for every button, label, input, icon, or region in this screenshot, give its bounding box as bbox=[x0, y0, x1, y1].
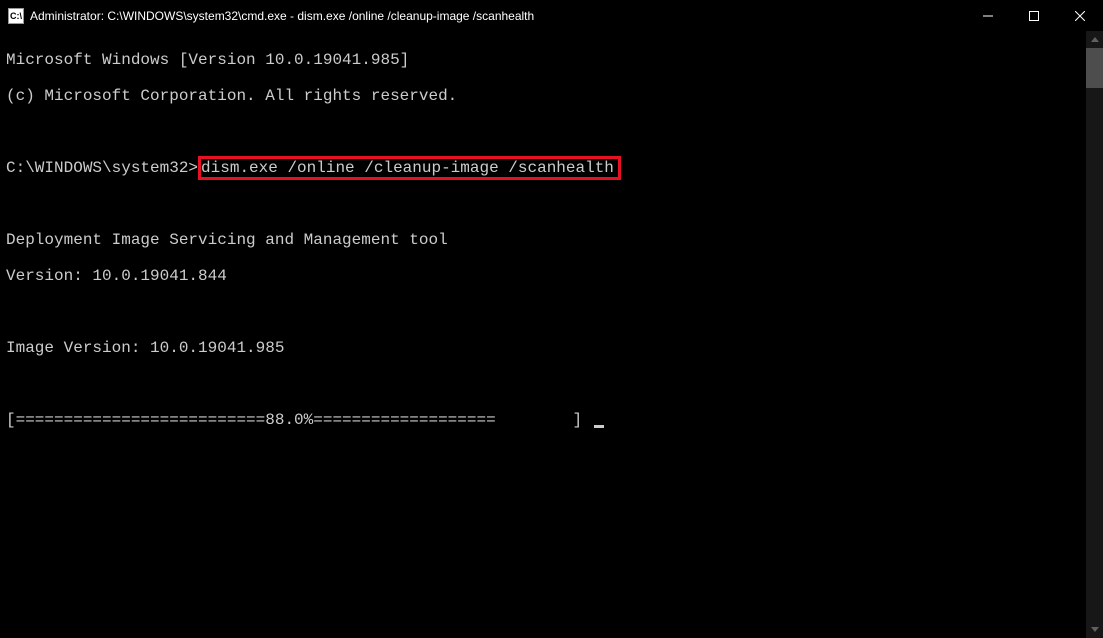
console-line: Deployment Image Servicing and Managemen… bbox=[6, 231, 1097, 249]
highlighted-command: dism.exe /online /cleanup-image /scanhea… bbox=[198, 156, 621, 180]
vertical-scrollbar[interactable] bbox=[1086, 31, 1103, 638]
console-blank bbox=[6, 303, 1097, 321]
progress-bar-text: [==========================88.0%========… bbox=[6, 411, 592, 429]
cmd-window: C:\ Administrator: C:\WINDOWS\system32\c… bbox=[0, 0, 1103, 638]
cursor bbox=[594, 425, 604, 428]
progress-line: [==========================88.0%========… bbox=[6, 411, 1097, 429]
maximize-button[interactable] bbox=[1011, 0, 1057, 31]
scrollbar-up-arrow-icon[interactable] bbox=[1086, 31, 1103, 48]
console-blank bbox=[6, 375, 1097, 393]
prompt-path: C:\WINDOWS\system32> bbox=[6, 159, 198, 177]
scrollbar-down-arrow-icon[interactable] bbox=[1086, 621, 1103, 638]
scrollbar-track[interactable] bbox=[1086, 48, 1103, 621]
console-line: Microsoft Windows [Version 10.0.19041.98… bbox=[6, 51, 1097, 69]
minimize-button[interactable] bbox=[965, 0, 1011, 31]
console-line: Image Version: 10.0.19041.985 bbox=[6, 339, 1097, 357]
titlebar[interactable]: C:\ Administrator: C:\WINDOWS\system32\c… bbox=[0, 0, 1103, 31]
console-output[interactable]: Microsoft Windows [Version 10.0.19041.98… bbox=[0, 31, 1103, 638]
window-title: Administrator: C:\WINDOWS\system32\cmd.e… bbox=[30, 9, 965, 23]
console-blank bbox=[6, 195, 1097, 213]
scrollbar-thumb[interactable] bbox=[1086, 48, 1103, 88]
cmd-icon: C:\ bbox=[8, 8, 24, 24]
console-blank bbox=[6, 123, 1097, 141]
console-line: Version: 10.0.19041.844 bbox=[6, 267, 1097, 285]
window-control-buttons bbox=[965, 0, 1103, 31]
console-line: (c) Microsoft Corporation. All rights re… bbox=[6, 87, 1097, 105]
console-prompt-line: C:\WINDOWS\system32>dism.exe /online /cl… bbox=[6, 159, 1097, 177]
close-button[interactable] bbox=[1057, 0, 1103, 31]
